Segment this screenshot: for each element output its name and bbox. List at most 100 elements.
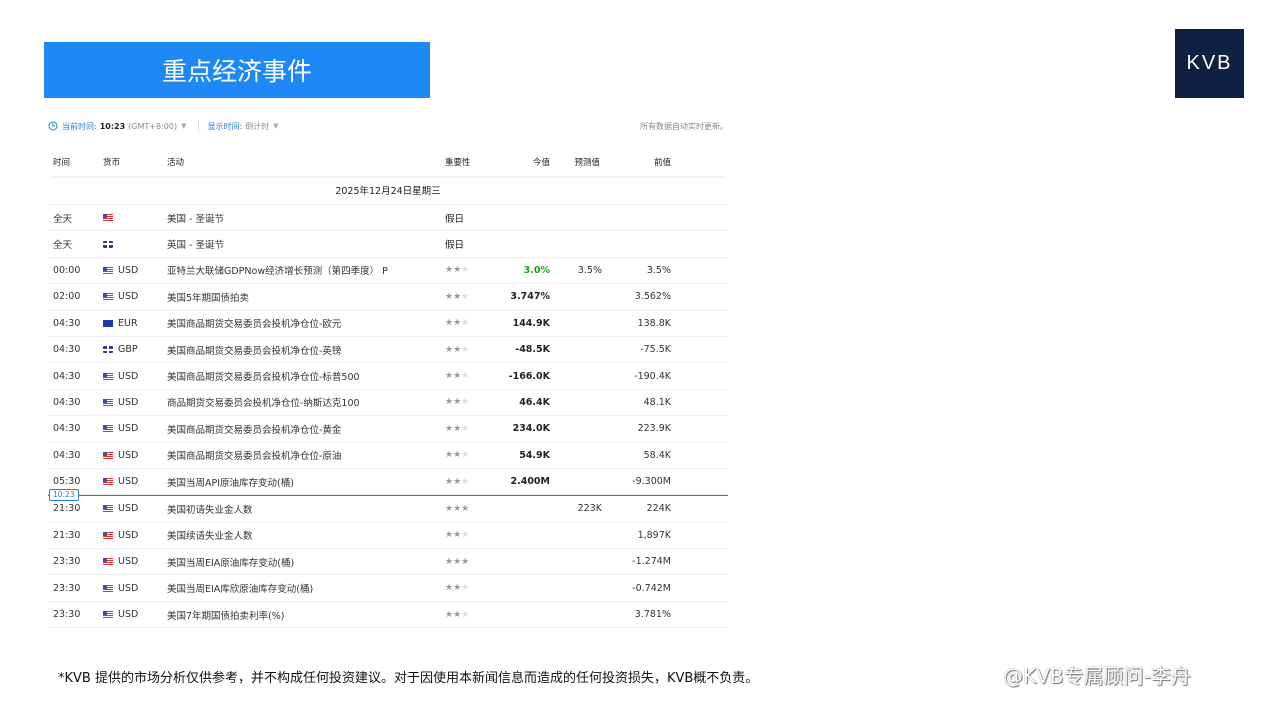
event-name[interactable]: 美国续请失业金人数 bbox=[167, 528, 253, 542]
star-icon: ★ bbox=[453, 476, 462, 487]
event-currency: USD bbox=[118, 556, 139, 568]
event-time: 04:30 bbox=[53, 396, 81, 408]
star-icon: ★ bbox=[461, 476, 470, 487]
star-icon: ★ bbox=[453, 344, 462, 355]
divider bbox=[198, 120, 200, 132]
timezone-select[interactable]: (GMT+8:00) bbox=[128, 122, 177, 131]
star-icon: ★ bbox=[461, 503, 470, 514]
event-name[interactable]: 美国商品期货交易委员会投机净仓位-原油 bbox=[167, 448, 341, 462]
star-icon: ★ bbox=[453, 371, 462, 382]
event-name[interactable]: 美国商品期货交易委员会投机净仓位-黄金 bbox=[167, 422, 341, 436]
star-icon: ★ bbox=[461, 556, 470, 567]
event-previous: -9.300M bbox=[632, 476, 671, 488]
importance-stars: ★★★ bbox=[445, 450, 469, 460]
event-name[interactable]: 美国7年期国债拍卖利率(%) bbox=[167, 608, 284, 622]
star-icon: ★ bbox=[445, 265, 454, 276]
star-icon: ★ bbox=[453, 423, 462, 434]
event-name[interactable]: 美国商品期货交易委员会投机净仓位-欧元 bbox=[167, 316, 341, 330]
table-row[interactable]: 23:30 USD 美国当周EIA原油库存变动(桶) ★★★ -1.274M bbox=[48, 549, 728, 576]
date-row: 2025年12月24日星期三 bbox=[48, 176, 728, 205]
star-icon: ★ bbox=[445, 318, 454, 329]
event-time: 全天 bbox=[53, 213, 73, 225]
page-title-banner: 重点经济事件 bbox=[44, 42, 430, 98]
table-row[interactable]: 04:30 USD 商品期货交易委员会投机净仓位-纳斯达克100 ★★★ 46.… bbox=[48, 390, 728, 417]
event-name[interactable]: 商品期货交易委员会投机净仓位-纳斯达克100 bbox=[167, 395, 360, 409]
display-time-label: 显示时间: bbox=[207, 121, 243, 131]
event-name[interactable]: 美国当周API原油库存变动(桶) bbox=[167, 475, 294, 489]
header-actual: 今值 bbox=[532, 158, 550, 168]
table-row[interactable]: 04:30 EUR 美国商品期货交易委员会投机净仓位-欧元 ★★★ 144.9K… bbox=[48, 311, 728, 337]
header-currency: 货币 bbox=[103, 158, 121, 168]
flag-us-icon bbox=[103, 398, 113, 406]
event-previous: 3.5% bbox=[646, 264, 671, 276]
event-time: 04:30 bbox=[53, 317, 81, 329]
flag-us-icon bbox=[103, 293, 113, 301]
watermark: @KVB专属顾问-李舟 bbox=[1003, 664, 1191, 688]
importance-stars: ★★★ bbox=[445, 265, 469, 275]
event-rows: 全天 美国 - 圣诞节 假日 全天 英国 - 圣诞节 假日 00:00 USD … bbox=[48, 205, 728, 629]
flag-gb-icon bbox=[103, 346, 113, 354]
star-icon: ★ bbox=[461, 318, 470, 329]
flag-us-icon bbox=[103, 451, 113, 459]
star-icon: ★ bbox=[453, 291, 462, 302]
table-row[interactable]: 23:30 USD 美国7年期国债拍卖利率(%) ★★★ 3.781% bbox=[48, 602, 728, 629]
table-row[interactable]: 04:30 USD 美国商品期货交易委员会投机净仓位-标普500 ★★★ -16… bbox=[48, 363, 728, 390]
star-icon: ★ bbox=[445, 476, 454, 487]
event-previous: -0.742M bbox=[632, 582, 671, 594]
chevron-down-icon[interactable]: ▼ bbox=[273, 122, 278, 130]
event-name[interactable]: 美国 - 圣诞节 bbox=[167, 211, 224, 225]
table-row[interactable]: 21:30 USD 美国续请失业金人数 ★★★ 1,897K bbox=[48, 523, 728, 550]
current-time-label: 当前时间: bbox=[62, 121, 97, 131]
event-name[interactable]: 亚特兰大联储GDPNow经济增长预测（第四季度） P bbox=[167, 263, 388, 277]
event-forecast: 223K bbox=[577, 503, 602, 515]
event-name[interactable]: 美国初请失业金人数 bbox=[167, 502, 253, 516]
event-name[interactable]: 美国商品期货交易委员会投机净仓位-标普500 bbox=[167, 369, 360, 383]
table-row[interactable]: 23:30 USD 美国当周EIA库欣原油库存变动(桶) ★★★ -0.742M bbox=[48, 575, 728, 602]
flag-us-icon bbox=[103, 584, 113, 592]
table-row[interactable]: 05:30 USD 美国当周API原油库存变动(桶) ★★★ 2.400M -9… bbox=[48, 469, 728, 496]
display-time-select[interactable]: 倒计时 bbox=[245, 121, 269, 132]
event-actual: 2.400M bbox=[510, 476, 550, 488]
clock-icon bbox=[48, 121, 58, 131]
event-name[interactable]: 美国当周EIA库欣原油库存变动(桶) bbox=[167, 581, 313, 595]
event-name[interactable]: 美国当周EIA原油库存变动(桶) bbox=[167, 555, 294, 569]
importance-stars: ★★★ bbox=[445, 292, 469, 302]
event-previous: -75.5K bbox=[640, 344, 671, 356]
event-previous: 3.562% bbox=[634, 291, 671, 303]
star-icon: ★ bbox=[445, 344, 454, 355]
table-row[interactable]: 02:00 USD 美国5年期国债拍卖 ★★★ 3.747% 3.562% bbox=[48, 284, 728, 311]
table-row[interactable]: 21:30 USD 美国初请失业金人数 ★★★ 223K 224K bbox=[48, 496, 728, 523]
event-forecast: 3.5% bbox=[577, 264, 602, 276]
event-time: 05:30 bbox=[53, 476, 81, 488]
star-icon: ★ bbox=[461, 450, 470, 461]
table-row[interactable]: 04:30 GBP 美国商品期货交易委员会投机净仓位-英镑 ★★★ -48.5K… bbox=[48, 337, 728, 364]
table-row[interactable]: 00:00 USD 亚特兰大联储GDPNow经济增长预测（第四季度） P ★★★… bbox=[48, 258, 728, 285]
calendar-toolbar: 当前时间: 10:23 (GMT+8:00) ▼ 显示时间: 倒计时 ▼ 所有数… bbox=[48, 119, 728, 133]
table-row[interactable]: 全天 英国 - 圣诞节 假日 bbox=[48, 231, 728, 258]
event-name[interactable]: 英国 - 圣诞节 bbox=[167, 237, 224, 251]
event-currency: USD bbox=[118, 476, 139, 488]
holiday-label: 假日 bbox=[445, 213, 465, 225]
chevron-down-icon[interactable]: ▼ bbox=[181, 122, 186, 130]
flag-us-icon bbox=[103, 266, 113, 274]
event-time: 00:00 bbox=[53, 264, 81, 276]
flag-us-icon bbox=[103, 425, 113, 433]
event-name[interactable]: 美国5年期国债拍卖 bbox=[167, 290, 249, 304]
star-icon: ★ bbox=[461, 530, 470, 541]
star-icon: ★ bbox=[445, 291, 454, 302]
table-row[interactable]: 04:30 USD 美国商品期货交易委员会投机净仓位-原油 ★★★ 54.9K … bbox=[48, 443, 728, 469]
header-event: 活动 bbox=[167, 158, 185, 168]
event-time: 23:30 bbox=[53, 556, 81, 568]
event-actual: 54.9K bbox=[519, 449, 550, 461]
table-row[interactable]: 04:30 USD 美国商品期货交易委员会投机净仓位-黄金 ★★★ 234.0K… bbox=[48, 416, 728, 443]
star-icon: ★ bbox=[453, 265, 462, 276]
event-currency: EUR bbox=[118, 317, 138, 329]
star-icon: ★ bbox=[445, 423, 454, 434]
flag-us-icon bbox=[103, 531, 113, 539]
importance-stars: ★★★ bbox=[445, 477, 469, 487]
table-row[interactable]: 全天 美国 - 圣诞节 假日 bbox=[48, 205, 728, 232]
event-time: 04:30 bbox=[53, 370, 81, 382]
star-icon: ★ bbox=[461, 344, 470, 355]
event-previous: 223.9K bbox=[637, 423, 671, 435]
event-name[interactable]: 美国商品期货交易委员会投机净仓位-英镑 bbox=[167, 343, 341, 357]
